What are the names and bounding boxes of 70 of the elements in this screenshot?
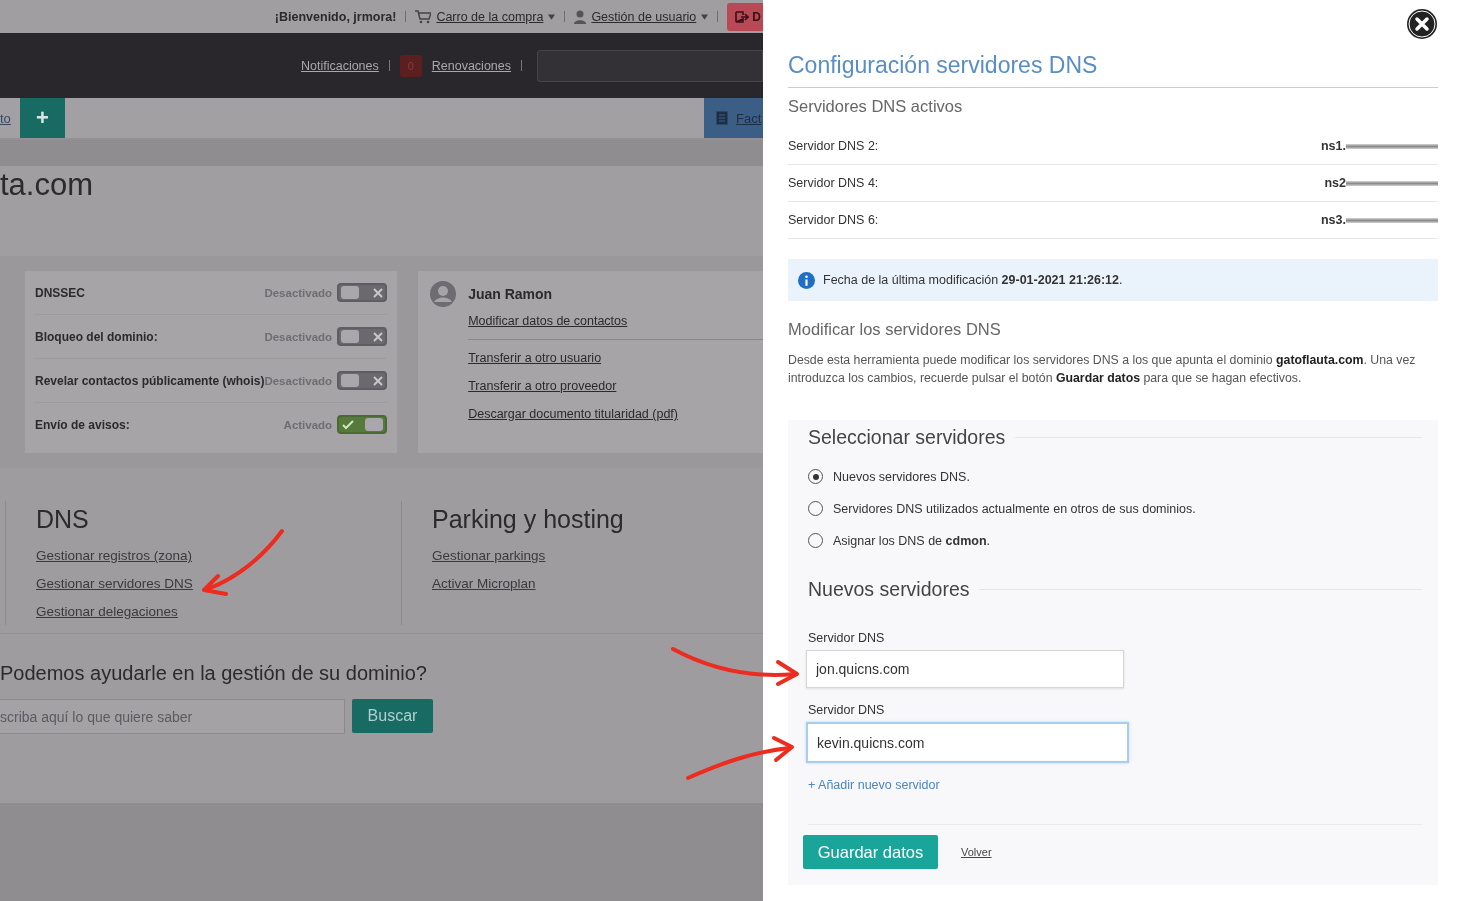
server-value: ns3. (1321, 213, 1346, 227)
add-button[interactable]: + (19, 98, 65, 138)
setting-label: Envío de avisos: (35, 417, 130, 432)
toggle-switch[interactable] (337, 283, 388, 302)
search-button[interactable]: Buscar (352, 699, 433, 733)
server-label: Servidor DNS 4: (788, 176, 879, 190)
cart-icon (415, 9, 432, 24)
avatar-icon (430, 281, 457, 307)
search-field[interactable] (537, 49, 763, 82)
setting-label: Bloqueo del dominio: (35, 329, 158, 344)
exit-icon (735, 10, 750, 23)
search-field[interactable]: scriba aquí lo que quiere saber (0, 699, 345, 734)
caret-icon (701, 13, 709, 20)
description-text: Desde esta herramienta puede modificar los servidores DNS a los que apunta el dominio gatoflauta.com. Una vez introduzca los cambios, recuerde pulsar el botón Guardar datos para que se hagan efectivos. (788, 352, 1417, 387)
section-link[interactable]: Gestionar delegaciones (36, 598, 401, 626)
header-link[interactable]: Gestión de usuario (591, 9, 697, 24)
contact-link[interactable]: Modificar datos de contactos (468, 307, 763, 335)
back-link[interactable]: Volver (961, 846, 992, 858)
nav-link[interactable]: Notificaciones (300, 58, 379, 73)
option-label: Servidores DNS utilizados actualmente en otros de sus dominios. (833, 501, 1196, 516)
domain-title: ta.com (0, 167, 94, 202)
welcome-text: ¡Bienvenido, jrmora! (274, 9, 397, 24)
server-value: ns2 (1324, 176, 1346, 190)
server-label: Servidor DNS 2: (788, 139, 879, 153)
toggle-switch[interactable] (337, 371, 388, 390)
server-input[interactable]: jon.quicns.com (806, 650, 1124, 688)
status-text: Desactivado (264, 374, 333, 387)
header-link[interactable]: Carro de la compra (436, 9, 544, 24)
panel-title: Configuración servidores DNS (788, 0, 1438, 88)
section-link[interactable]: Gestionar servidores DNS (36, 570, 401, 598)
contact-link[interactable]: Transferir a otro proveedor (468, 372, 763, 400)
field-label: Servidor DNS (808, 703, 886, 717)
section-heading: Modificar los servidores DNS (788, 320, 1002, 339)
contact-link[interactable]: Descargar documento titularidad (pdf) (468, 400, 763, 428)
section-link[interactable]: Gestionar parkings (432, 542, 624, 570)
add-server-link[interactable]: + Añadir nuevo servidor (808, 778, 940, 792)
section-link[interactable]: Gestionar registros (zona) (36, 542, 401, 570)
option-label: Asignar los DNS de cdmon. (833, 533, 991, 548)
caret-icon (548, 13, 556, 20)
nav-link[interactable]: Renovaciones (431, 58, 511, 73)
logout-button[interactable]: D (727, 2, 763, 31)
save-button[interactable]: Guardar datos (803, 835, 938, 869)
info-icon (798, 271, 815, 289)
setting-label: Revelar contactos públicamente (whois) (35, 373, 265, 388)
close-icon[interactable] (1406, 8, 1438, 40)
cross-icon (373, 287, 384, 298)
cross-icon (373, 375, 384, 386)
server-input[interactable]: kevin.quicns.com (806, 722, 1129, 763)
help-title: Podemos ayudarle en la gestión de su dominio? (0, 662, 428, 685)
contact-name: Juan Ramon (468, 286, 553, 302)
contact-link[interactable]: Transferir a otro usuario (468, 344, 763, 372)
form-legend: Nuevos servidores (808, 578, 970, 601)
document-icon (716, 111, 728, 125)
toggle-switch[interactable] (337, 415, 388, 434)
info-text: Fecha de la última modificación 29-01-2021 21:26:12. (823, 273, 1123, 287)
server-value: ns1. (1321, 139, 1346, 153)
section-title: DNS (36, 505, 90, 534)
setting-label: DNSSEC (35, 285, 85, 300)
cross-icon (373, 331, 384, 342)
section-title: Parking y hosting (432, 505, 624, 534)
section-link[interactable]: Activar Microplan (432, 570, 624, 598)
form-legend: Seleccionar servidores (808, 426, 1006, 449)
field-label: Servidor DNS (808, 631, 886, 645)
server-label: Servidor DNS 6: (788, 213, 879, 227)
user-icon (574, 9, 587, 24)
toolbar-link[interactable]: to (0, 110, 11, 126)
section-heading: Servidores DNS activos (788, 97, 964, 116)
option-label: Nuevos servidores DNS. (833, 469, 970, 484)
toggle-switch[interactable] (337, 327, 388, 346)
check-icon (341, 419, 356, 430)
